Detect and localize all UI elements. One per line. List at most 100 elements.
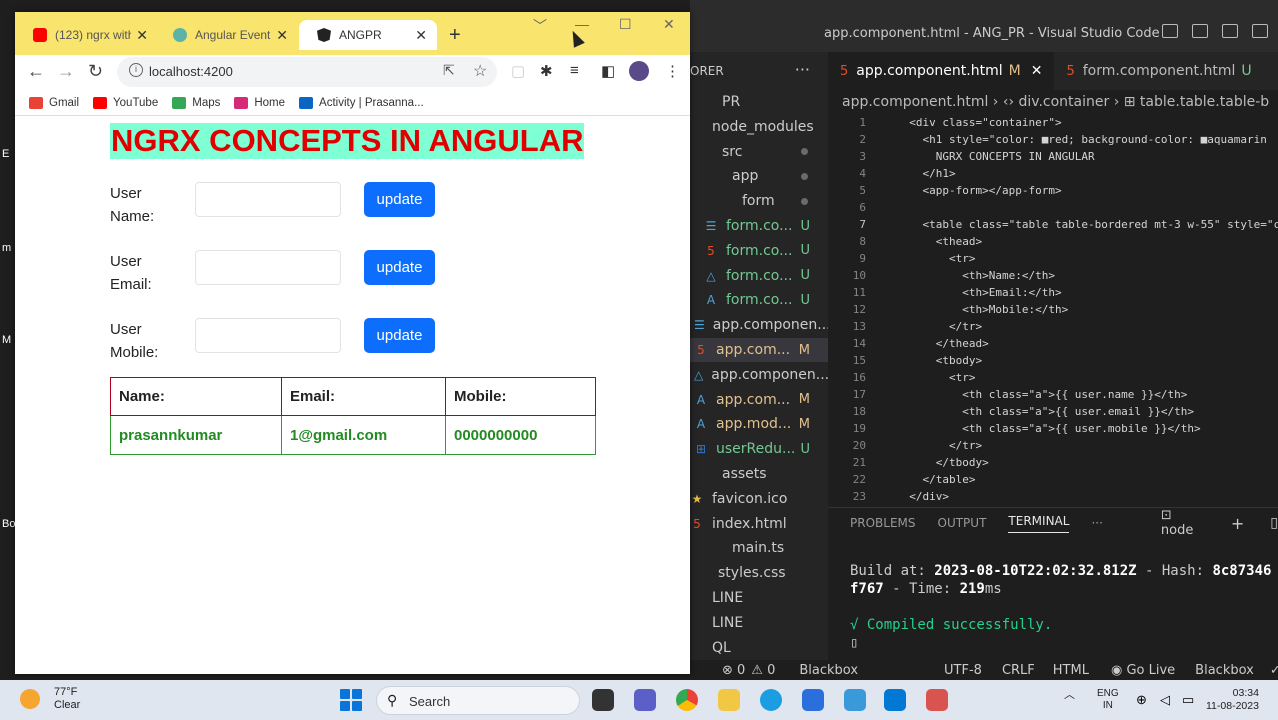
clock[interactable]: 03:34 11-08-2023	[1206, 687, 1259, 713]
teams-icon[interactable]	[634, 689, 656, 711]
close-tab-icon[interactable]: ✕	[276, 27, 288, 44]
panel-more-icon[interactable]: ···	[1091, 516, 1102, 530]
edge-icon[interactable]	[760, 689, 782, 711]
volume-icon[interactable]: ◁	[1160, 692, 1170, 708]
update-mobile-button[interactable]: update	[364, 318, 435, 353]
status-prettier[interactable]: ✓ Pr	[1270, 663, 1278, 678]
new-tab-button[interactable]: +	[449, 24, 461, 47]
store-icon[interactable]	[802, 689, 824, 711]
bookmark-star-icon[interactable]: ☆	[473, 61, 487, 81]
user-email-input[interactable]	[195, 250, 341, 285]
user-name-input[interactable]	[195, 182, 341, 217]
browser-tab-angular-event[interactable]: Angular Event B ✕	[155, 20, 298, 50]
start-button[interactable]	[340, 689, 362, 711]
status-language[interactable]: HTML	[1053, 663, 1089, 678]
file-tree-item[interactable]: ☰ app.componen...	[690, 313, 831, 337]
file-tree-item[interactable]: QL	[690, 636, 828, 660]
browser-tab-youtube[interactable]: (123) ngrx with ✕	[15, 20, 158, 50]
file-tree-item[interactable]: node_modules	[690, 115, 828, 139]
file-tree-item[interactable]: PR	[690, 90, 828, 114]
tab-search-icon[interactable]: ﹀	[533, 16, 547, 36]
weather-widget[interactable]: 77°F Clear	[20, 686, 80, 712]
file-tree-item[interactable]: Aform.co... U	[690, 288, 828, 312]
extension-icon[interactable]: ▢	[511, 62, 525, 80]
task-view-icon[interactable]	[592, 689, 614, 711]
tab-terminal[interactable]: TERMINAL	[1008, 514, 1070, 533]
back-button[interactable]: ←	[27, 61, 45, 82]
file-tree-item[interactable]: ⊞ userRedu... U	[690, 437, 828, 461]
file-tree-item[interactable]: assets	[690, 462, 828, 486]
tab-problems[interactable]: PROBLEMS	[850, 516, 916, 530]
snipping-tool-icon[interactable]	[926, 689, 948, 711]
breadcrumb[interactable]: app.component.html › ‹› div.container › …	[842, 94, 1269, 110]
new-terminal-icon[interactable]: +	[1231, 514, 1244, 533]
chrome-taskbar-icon[interactable]	[676, 689, 698, 711]
bookmark-item[interactable]: Activity | Prasanna...	[299, 96, 424, 109]
user-mobile-input[interactable]	[195, 318, 341, 353]
bookmark-item[interactable]: YouTube	[93, 96, 158, 109]
network-icon[interactable]: ⊕	[1136, 692, 1147, 708]
share-icon[interactable]: ⇱	[443, 62, 455, 79]
toggle-sidebar-icon[interactable]	[1162, 24, 1178, 38]
status-blackbox-left[interactable]: Blackbox	[799, 663, 858, 678]
file-tree-item[interactable]: ☰ form.co... U	[690, 214, 828, 238]
browser-tab-angpr[interactable]: ANGPR ✕	[299, 20, 437, 50]
status-errors[interactable]: ⊗ 0	[722, 663, 745, 678]
close-tab-icon[interactable]: ✕	[136, 27, 148, 44]
site-info-icon[interactable]: i	[129, 63, 143, 77]
bookmark-item[interactable]: Maps	[172, 96, 220, 109]
profile-avatar[interactable]	[629, 61, 649, 81]
file-explorer-icon[interactable]	[718, 689, 740, 711]
file-tree-item[interactable]: 5 app.com... M	[690, 338, 828, 362]
file-tree-item[interactable]: LINE	[690, 611, 828, 635]
close-tab-icon[interactable]: ✕	[1031, 63, 1043, 79]
taskbar-search[interactable]: ⚲ Search	[376, 686, 580, 715]
status-go-live[interactable]: ◉ Go Live	[1111, 663, 1175, 678]
tray-chevron-icon[interactable]: ︿	[1064, 686, 1075, 702]
extensions-puzzle-icon[interactable]: ✱	[540, 62, 553, 80]
mysql-icon[interactable]	[844, 689, 866, 711]
bookmark-item[interactable]: Gmail	[29, 96, 79, 109]
file-tree-item[interactable]: 5 index.html	[690, 512, 828, 536]
explorer-more-icon[interactable]: ···	[795, 60, 810, 79]
address-bar[interactable]: i localhost:4200 ⇱ ☆	[117, 57, 497, 87]
battery-icon[interactable]: ▭	[1182, 692, 1194, 708]
close-tab-icon[interactable]: ✕	[415, 27, 427, 44]
vscode-taskbar-icon[interactable]	[884, 689, 906, 711]
customize-layout-icon[interactable]	[1252, 24, 1268, 38]
media-control-icon[interactable]: ≡	[570, 62, 579, 79]
bookmark-item[interactable]: Home	[234, 96, 285, 109]
terminal-shell-selector[interactable]: ⊡ node	[1139, 508, 1217, 538]
tab-output[interactable]: OUTPUT	[938, 516, 987, 530]
toggle-panel-icon[interactable]	[1192, 24, 1208, 38]
file-tree-item[interactable]: △ app.componen...	[690, 363, 829, 387]
terminal-output[interactable]: Build at: 2023-08-10T22:02:32.812Z - Has…	[850, 562, 1271, 652]
update-name-button[interactable]: update	[364, 182, 435, 217]
maximize-button[interactable]: ☐	[619, 16, 632, 33]
file-tree-item[interactable]: Aapp.mod... M	[690, 412, 828, 436]
status-eol[interactable]: CRLF	[1002, 663, 1035, 678]
status-warnings[interactable]: ⚠ 0	[751, 663, 775, 678]
update-email-button[interactable]: update	[364, 250, 435, 285]
file-tree-item[interactable]: styles.css	[690, 561, 828, 585]
forward-button[interactable]: →	[57, 61, 75, 82]
toggle-secondary-sidebar-icon[interactable]	[1222, 24, 1238, 38]
close-window-button[interactable]: ✕	[663, 16, 675, 33]
split-terminal-icon[interactable]: ▯	[1270, 515, 1278, 531]
editor-tab-form-component[interactable]: 5 form.component.html U	[1054, 52, 1263, 90]
reload-button[interactable]: ↻	[88, 61, 103, 82]
file-tree-item[interactable]: △ form.co... U	[690, 264, 828, 288]
file-tree-item[interactable]: LINE	[690, 586, 828, 610]
file-tree-item[interactable]: 5 form.co... U	[690, 239, 828, 263]
file-tree-item[interactable]: main.ts	[690, 536, 828, 560]
url-text[interactable]: localhost:4200	[149, 64, 233, 79]
code-view[interactable]: 1 <div class="container"> 2 <h1 style="co…	[828, 114, 1278, 505]
file-tree-item[interactable]: src	[690, 140, 828, 164]
file-tree-item[interactable]: Aapp.com... M	[690, 388, 828, 412]
file-tree-item[interactable]: form	[690, 189, 828, 213]
status-encoding[interactable]: UTF-8	[944, 663, 982, 678]
file-tree-item[interactable]: app	[690, 164, 828, 188]
menu-kebab-icon[interactable]: ⋮	[665, 62, 680, 80]
file-tree-item[interactable]: ★ favicon.ico	[690, 487, 828, 511]
status-blackbox-right[interactable]: Blackbox	[1195, 663, 1254, 678]
